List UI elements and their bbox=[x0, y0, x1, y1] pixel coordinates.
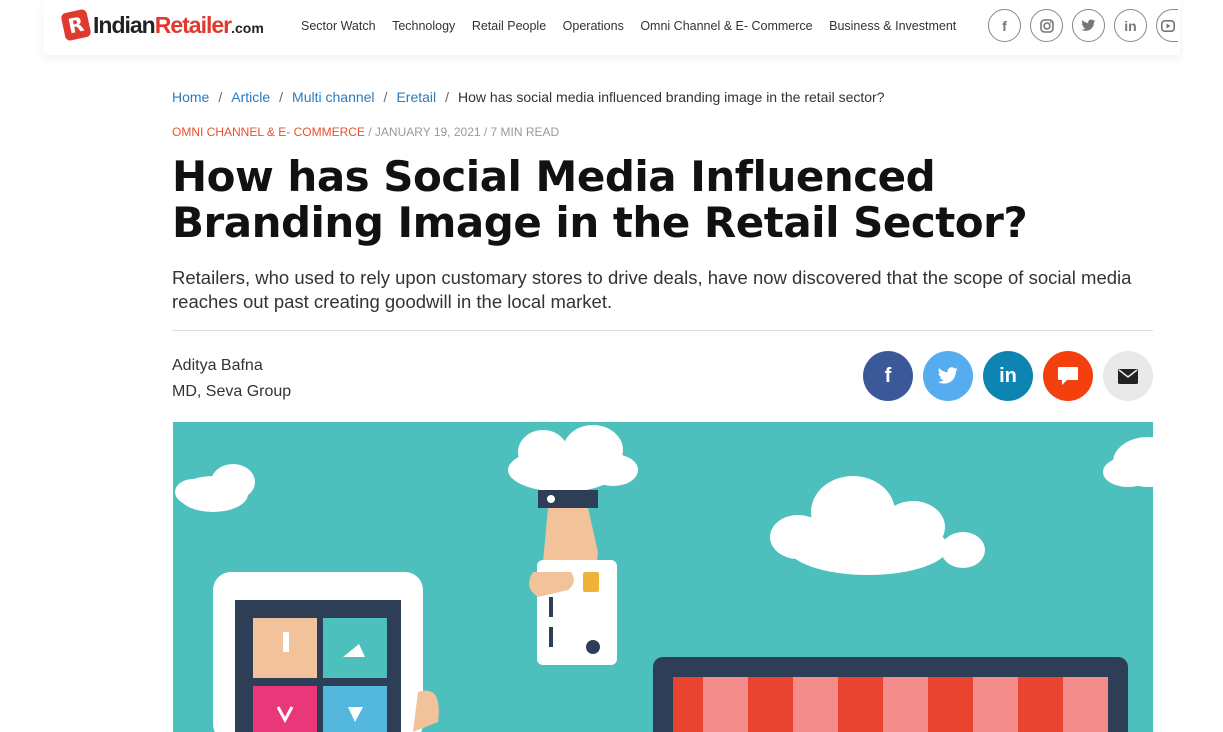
breadcrumb-separator: / bbox=[445, 89, 450, 105]
hero-image bbox=[173, 422, 1153, 732]
breadcrumb-eretail[interactable]: Eretail bbox=[396, 89, 436, 105]
breadcrumb-separator: / bbox=[279, 89, 284, 105]
author-role: MD, Seva Group bbox=[172, 383, 292, 400]
logo-text-part3: .com bbox=[231, 19, 264, 36]
article-date: / JANUARY 19, 2021 / 7 MIN READ bbox=[368, 125, 560, 139]
divider bbox=[172, 330, 1153, 331]
breadcrumb-current: How has social media influenced branding… bbox=[458, 89, 885, 105]
share-buttons: f in bbox=[863, 351, 1153, 401]
store-awning-icon bbox=[653, 657, 1128, 732]
site-logo[interactable]: R IndianRetailer.com bbox=[60, 8, 264, 42]
breadcrumb-multi-channel[interactable]: Multi channel bbox=[292, 89, 375, 105]
twitter-icon[interactable] bbox=[1072, 9, 1105, 42]
breadcrumb-article[interactable]: Article bbox=[231, 89, 270, 105]
article-summary: Retailers, who used to rely upon customa… bbox=[172, 267, 1132, 312]
main-nav: Sector Watch Technology Retail People Op… bbox=[301, 19, 973, 33]
article-meta: OMNI CHANNEL & E- COMMERCE / JANUARY 19,… bbox=[172, 125, 559, 139]
logo-text-part2: Retailer bbox=[154, 11, 232, 38]
nav-technology[interactable]: Technology bbox=[392, 19, 455, 33]
nav-omni-channel[interactable]: Omni Channel & E- Commerce bbox=[640, 19, 812, 33]
breadcrumb-separator: / bbox=[383, 89, 388, 105]
linkedin-icon[interactable]: in bbox=[1114, 9, 1147, 42]
nav-operations[interactable]: Operations bbox=[563, 19, 624, 33]
facebook-share-icon[interactable]: f bbox=[863, 351, 913, 401]
site-header: R IndianRetailer.com Sector Watch Techno… bbox=[43, 0, 1180, 55]
logo-text-part1: Indian bbox=[93, 11, 156, 38]
comment-icon[interactable] bbox=[1043, 351, 1093, 401]
hero-illustration bbox=[173, 422, 1153, 732]
article-title: How has Social Media Influenced Branding… bbox=[172, 152, 1028, 247]
logo-text: IndianRetailer.com bbox=[93, 12, 264, 39]
nav-sector-watch[interactable]: Sector Watch bbox=[301, 19, 376, 33]
email-icon[interactable] bbox=[1103, 351, 1153, 401]
author-name: Aditya Bafna bbox=[172, 357, 263, 374]
breadcrumb-separator: / bbox=[218, 89, 223, 105]
twitter-share-icon[interactable] bbox=[923, 351, 973, 401]
header-social-links: f in bbox=[988, 9, 1187, 42]
tablet-icon bbox=[213, 572, 423, 732]
breadcrumb: Home / Article / Multi channel / Eretail / How h… bbox=[172, 89, 884, 105]
instagram-icon[interactable] bbox=[1030, 9, 1063, 42]
nav-business-investment[interactable]: Business & Investment bbox=[829, 19, 956, 33]
author-block: Aditya Bafna MD, Seva Group bbox=[172, 353, 291, 405]
nav-retail-people[interactable]: Retail People bbox=[472, 19, 546, 33]
youtube-icon[interactable] bbox=[1156, 9, 1178, 42]
facebook-icon[interactable]: f bbox=[988, 9, 1021, 42]
article-category[interactable]: OMNI CHANNEL & E- COMMERCE bbox=[172, 125, 365, 139]
logo-mark-icon: R bbox=[60, 8, 92, 42]
breadcrumb-home[interactable]: Home bbox=[172, 89, 209, 105]
linkedin-share-icon[interactable]: in bbox=[983, 351, 1033, 401]
